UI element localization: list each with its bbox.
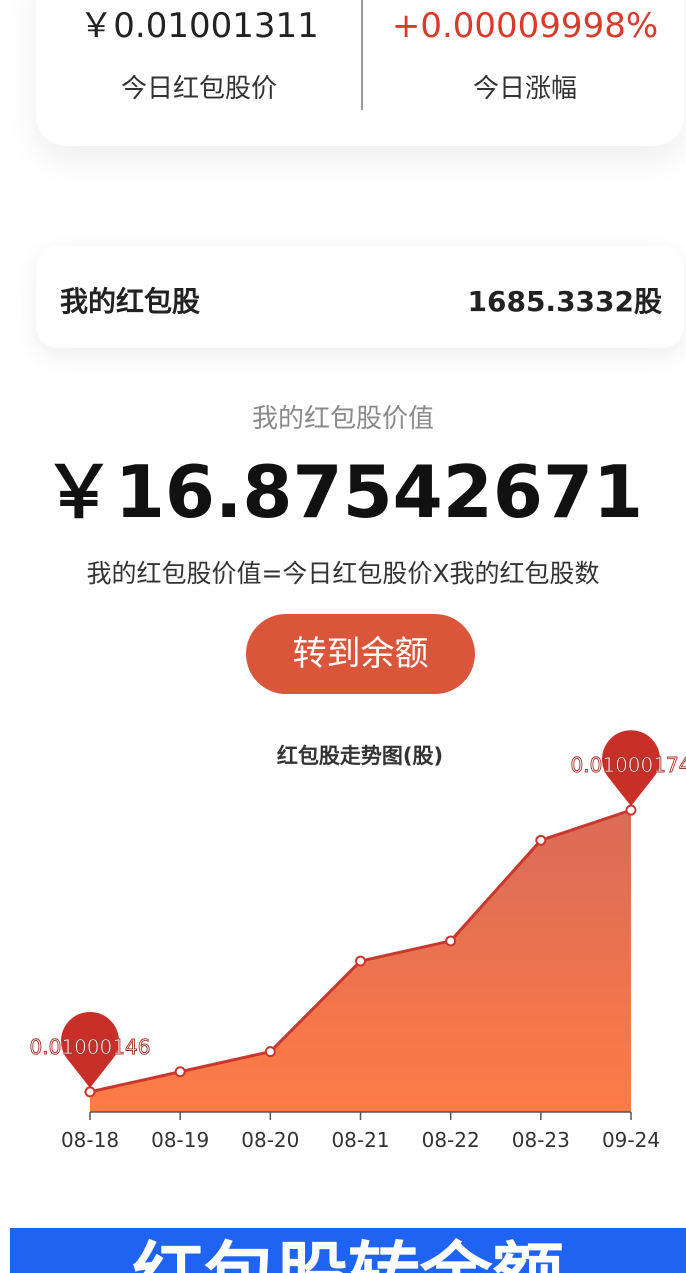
data-marker-label: 0.01000174 xyxy=(571,753,686,777)
x-tick-label: 08-20 xyxy=(241,1128,299,1152)
data-point xyxy=(625,804,637,816)
x-tick-label: 08-23 xyxy=(512,1128,570,1152)
data-point xyxy=(84,1086,96,1098)
data-point xyxy=(264,1046,276,1058)
bottom-banner-text: 红包股转余额 xyxy=(10,1236,686,1273)
x-tick-label: 08-18 xyxy=(61,1128,119,1152)
bottom-banner[interactable]: 红包股转余额 xyxy=(10,1228,686,1273)
data-point xyxy=(174,1066,186,1078)
x-tick-label: 08-22 xyxy=(422,1128,480,1152)
trend-chart: 08-18 08-19 08-20 08-21 08-22 08-23 09-24 0.010… xyxy=(29,730,686,1152)
data-point xyxy=(535,834,547,846)
x-tick-label: 09-24 xyxy=(602,1128,660,1152)
data-point xyxy=(355,955,366,967)
data-marker-label: 0.01000146 xyxy=(30,1035,151,1059)
data-point xyxy=(445,935,457,947)
x-tick-label: 08-19 xyxy=(151,1128,209,1152)
x-tick-label: 08-21 xyxy=(331,1128,389,1152)
